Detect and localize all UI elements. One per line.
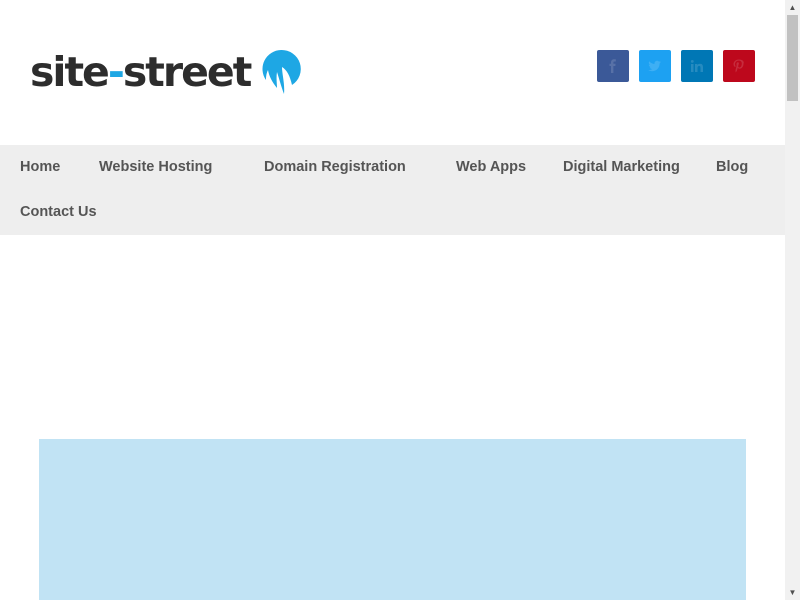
twitter-icon — [648, 60, 661, 72]
logo-mark-icon — [262, 49, 302, 94]
pinterest-icon — [733, 59, 744, 73]
facebook-icon — [609, 59, 616, 73]
page: site-street Home Website Hosting Domain … — [0, 0, 785, 600]
nav-item-home[interactable]: Home — [20, 160, 60, 175]
linkedin-button[interactable] — [681, 50, 713, 82]
scrollbar-thumb[interactable] — [787, 15, 798, 101]
vertical-scrollbar[interactable]: ▲ ▼ — [785, 0, 800, 600]
facebook-button[interactable] — [597, 50, 629, 82]
twitter-button[interactable] — [639, 50, 671, 82]
linkedin-icon — [690, 60, 703, 72]
site-logo[interactable]: site-street — [30, 48, 302, 96]
pinterest-button[interactable] — [723, 50, 755, 82]
nav-item-domain-registration[interactable]: Domain Registration — [264, 160, 406, 175]
site-header: site-street — [0, 0, 785, 145]
logo-wordmark: site-street — [30, 47, 252, 96]
hero-banner — [39, 439, 746, 600]
main-navigation: Home Website Hosting Domain Registration… — [0, 145, 785, 235]
nav-item-web-apps[interactable]: Web Apps — [456, 160, 526, 175]
nav-item-blog[interactable]: Blog — [716, 160, 748, 175]
scroll-up-arrow-icon[interactable]: ▲ — [785, 0, 800, 15]
nav-item-digital-marketing[interactable]: Digital Marketing — [563, 160, 680, 175]
nav-item-website-hosting[interactable]: Website Hosting — [99, 160, 212, 175]
social-links — [587, 50, 755, 82]
scroll-down-arrow-icon[interactable]: ▼ — [785, 585, 800, 600]
nav-item-contact-us[interactable]: Contact Us — [20, 205, 97, 220]
